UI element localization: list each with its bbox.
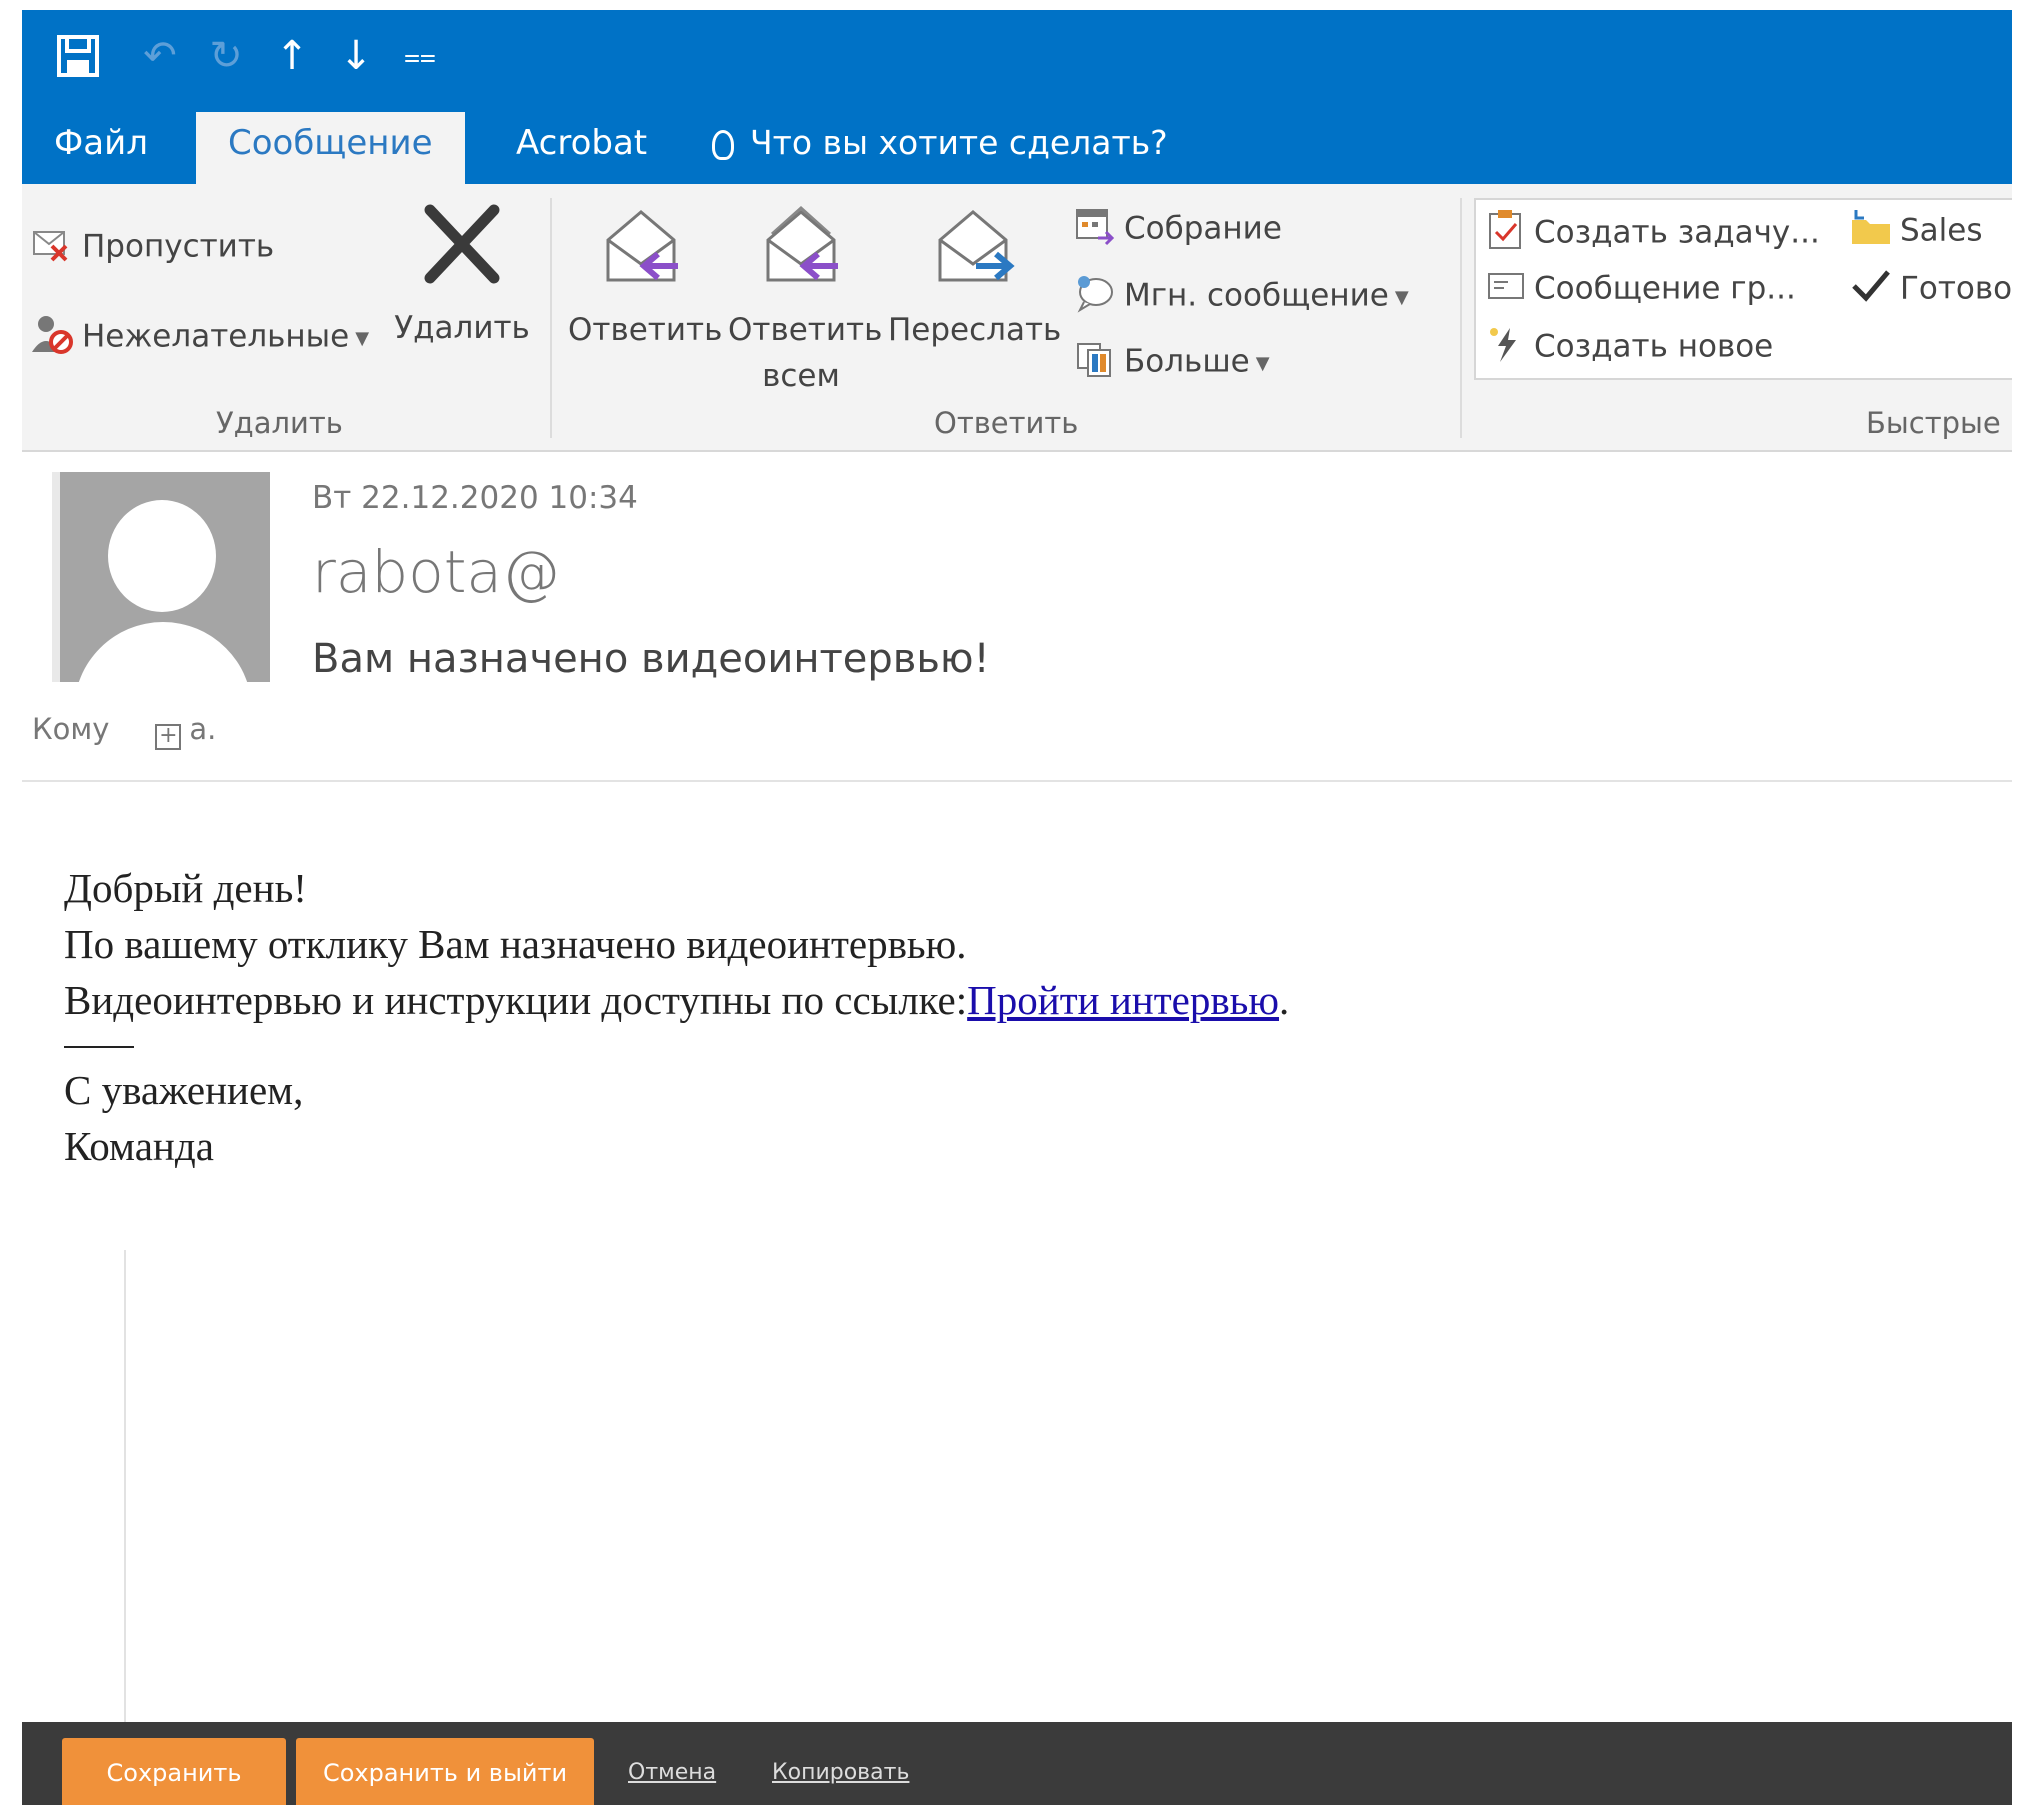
ignore-label: Пропустить	[82, 228, 275, 265]
tell-me-search[interactable]: Что вы хотите сделать?	[712, 112, 1168, 174]
redo-icon[interactable]: ↻	[200, 28, 252, 84]
body-left-border	[124, 1250, 126, 1730]
copy-link[interactable]: Копировать	[772, 1760, 909, 1785]
reply-all-icon	[728, 204, 874, 301]
save-button[interactable]: Сохранить	[62, 1738, 286, 1805]
lightning-icon	[1486, 324, 1526, 372]
group-label-quick-steps: Быстрые	[1866, 406, 2001, 440]
quick-step-create-task[interactable]: Создать задачу...	[1486, 208, 1820, 260]
save-and-exit-button[interactable]: Сохранить и выйти	[296, 1738, 594, 1805]
forward-button[interactable]: Переслать	[888, 204, 1062, 353]
body-line-3-text: Видеоинтервью и инструкции доступны по с…	[64, 977, 968, 1023]
forward-label: Переслать	[888, 312, 1062, 348]
closing: С уважением,	[64, 1067, 304, 1113]
undo-icon[interactable]: ↶	[134, 28, 186, 84]
next-item-icon[interactable]: ↓	[330, 28, 382, 84]
avatar-body	[74, 622, 252, 682]
quick-step-sales[interactable]: Sales	[1850, 208, 1983, 256]
meeting-button[interactable]: Собрание	[1074, 206, 1282, 254]
instant-message-label: Мгн. сообщение	[1124, 277, 1389, 314]
chevron-down-icon: ▼	[1255, 352, 1270, 374]
message-subject: Вам назначено видеоинтервью!	[312, 636, 990, 682]
sales-label: Sales	[1900, 212, 1983, 249]
previous-item-icon[interactable]: ↑	[266, 28, 318, 84]
quick-step-create-new[interactable]: Создать новое	[1486, 324, 1773, 372]
create-new-label: Создать новое	[1534, 328, 1774, 365]
expand-recipients-icon[interactable]: +	[155, 724, 182, 750]
folder-icon	[1850, 208, 1892, 256]
outlook-message-window: ↶ ↻ ↑ ↓ ⩵ Файл Сообщение Acrobat Что вы …	[22, 10, 2012, 1805]
junk-icon	[30, 312, 74, 364]
reply-label: Ответить	[568, 312, 723, 348]
tab-message[interactable]: Сообщение	[196, 112, 465, 184]
ribbon: Пропустить Нежелательные ▼ Удалить Удалит…	[22, 184, 2012, 452]
chevron-down-icon: ▼	[1394, 286, 1409, 308]
lightbulb-icon	[712, 130, 734, 160]
bottom-action-bar: Сохранить Сохранить и выйти Отмена Копир…	[22, 1722, 2012, 1805]
to-label: Кому	[32, 712, 110, 746]
reply-all-button[interactable]: Ответить всем	[728, 204, 882, 399]
checkmark-icon	[1850, 266, 1892, 314]
tell-me-label: Что вы хотите сделать?	[750, 123, 1168, 162]
body-line-2: По вашему отклику Вам назначено видеоинт…	[64, 921, 967, 967]
group-separator	[550, 198, 552, 438]
delete-button[interactable]: Удалить	[392, 202, 532, 351]
ribbon-tabs: Файл Сообщение Acrobat Что вы хотите сде…	[22, 102, 2012, 184]
sender-address[interactable]: rabota@	[312, 538, 560, 606]
done-label: Готово	[1900, 270, 2012, 307]
recipient-row: Кому + a.	[32, 712, 216, 750]
cancel-link[interactable]: Отмена	[628, 1760, 716, 1785]
reply-all-label-line1: Ответить	[728, 312, 883, 348]
team-email-label: Сообщение гр...	[1534, 270, 1796, 307]
chevron-down-icon: ▼	[355, 327, 370, 349]
message-date: Вт 22.12.2020 10:34	[312, 480, 638, 516]
recipient-value[interactable]: a.	[189, 712, 216, 746]
team-email-icon	[1486, 266, 1526, 314]
more-options-icon	[1074, 338, 1116, 388]
interview-link[interactable]: Пройти интервью	[967, 977, 1279, 1023]
task-clipboard-icon	[1486, 208, 1526, 260]
quick-step-team-email[interactable]: Сообщение гр...	[1486, 266, 1796, 314]
instant-message-icon	[1074, 272, 1116, 322]
reply-icon	[568, 204, 714, 301]
instant-message-button[interactable]: Мгн. сообщение ▼	[1074, 272, 1409, 322]
greeting: Добрый день!	[64, 865, 307, 911]
reply-all-label-line2: всем	[762, 358, 840, 394]
tab-acrobat[interactable]: Acrobat	[484, 112, 679, 184]
tab-file[interactable]: Файл	[22, 112, 180, 184]
customize-toolbar-icon[interactable]: ⩵	[394, 28, 446, 84]
signature-team: Команда	[64, 1123, 214, 1169]
more-respond-button[interactable]: Больше ▼	[1074, 338, 1270, 388]
forward-icon	[888, 204, 1058, 301]
save-icon[interactable]	[52, 28, 104, 84]
group-separator	[1460, 198, 1462, 438]
create-task-label: Создать задачу...	[1534, 214, 1820, 251]
title-bar: ↶ ↻ ↑ ↓ ⩵	[22, 10, 2012, 102]
message-body: Добрый день! По вашему отклику Вам назна…	[64, 860, 1289, 1174]
signature-divider	[64, 1046, 134, 1048]
group-label-respond: Ответить	[934, 406, 1079, 440]
meeting-calendar-icon	[1074, 206, 1116, 254]
meeting-label: Собрание	[1124, 210, 1282, 247]
junk-button[interactable]: Нежелательные ▼	[30, 312, 369, 364]
delete-label: Удалить	[394, 310, 530, 346]
delete-x-icon	[392, 202, 532, 299]
avatar-head	[108, 500, 216, 612]
ignore-icon	[30, 224, 74, 272]
reply-button[interactable]: Ответить	[568, 204, 722, 353]
more-label: Больше	[1124, 343, 1250, 380]
group-label-delete: Удалить	[216, 406, 343, 440]
quick-step-done[interactable]: Готово	[1850, 266, 2012, 314]
ignore-button[interactable]: Пропустить	[30, 224, 274, 272]
sender-avatar	[52, 472, 270, 682]
header-divider	[22, 780, 2012, 782]
body-line-3: Видеоинтервью и инструкции доступны по с…	[64, 972, 1289, 1028]
body-line-3-suffix: .	[1279, 977, 1290, 1023]
junk-label: Нежелательные	[82, 318, 350, 355]
